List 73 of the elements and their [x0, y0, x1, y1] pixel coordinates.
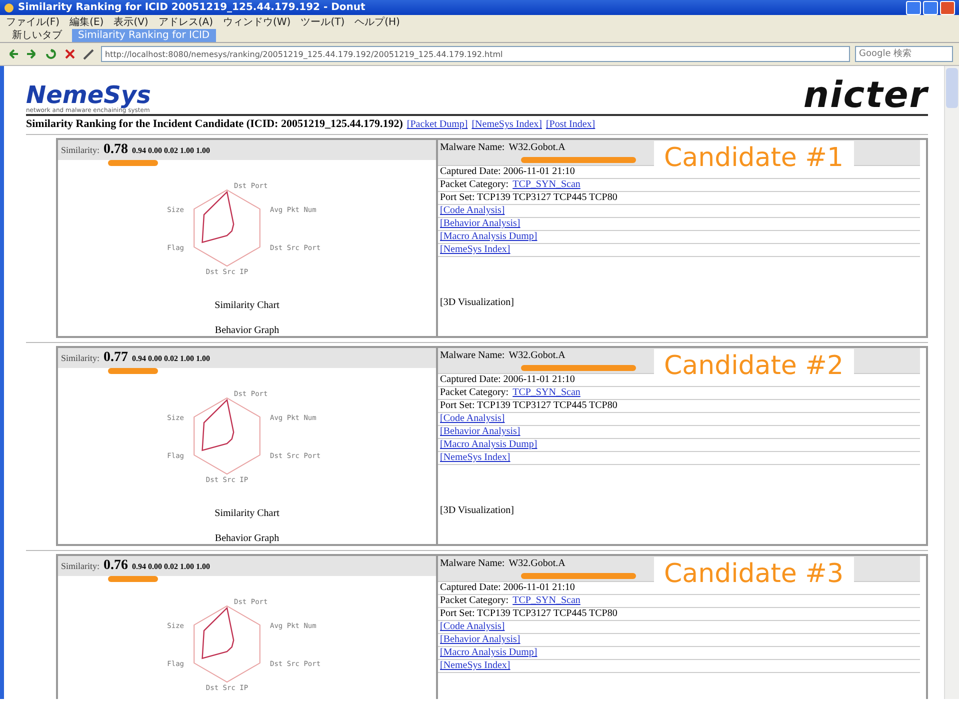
similarity-score: 0.78 — [104, 142, 128, 158]
similarity-label: Similarity: — [61, 353, 100, 363]
menu-item[interactable]: ヘルプ(H) — [354, 14, 400, 28]
similarity-label: Similarity: — [61, 561, 100, 571]
category-link[interactable]: TCP_SYN_Scan — [512, 387, 580, 399]
menu-item[interactable]: ツール(T) — [300, 14, 345, 28]
malware-label: Malware Name: — [440, 141, 505, 155]
analysis-link[interactable]: [NemeSys Index] — [440, 244, 510, 256]
analysis-link[interactable]: [Macro Analysis Dump] — [440, 439, 538, 451]
page-link[interactable]: [Packet Dump] — [406, 119, 468, 130]
malware-label: Malware Name: — [440, 557, 505, 571]
sub-scores: 0.94 0.00 0.02 1.00 1.00 — [132, 562, 210, 570]
window-title: Similarity Ranking for ICID 20051219_125.44.179.192 - Donut — [18, 2, 366, 13]
page-link[interactable]: [NemeSys Index] — [472, 119, 542, 130]
address-field[interactable]: http://localhost:8080/nemesys/ranking/20051219_125.44.179.192/20051219_125.44.179.192.html — [101, 46, 850, 62]
malware-name: W32.Gobot.A — [508, 349, 566, 363]
category-label: Packet Category: — [440, 179, 509, 191]
visualization-label: [3D Visualization] — [439, 297, 515, 308]
menu-item[interactable]: ウィンドウ(W) — [223, 14, 291, 28]
logo: NemeSys — [26, 83, 151, 107]
brand-logo: nicter — [803, 78, 928, 114]
similarity-label: Similarity: — [61, 145, 100, 155]
scrollbar[interactable] — [944, 66, 959, 699]
highlight-underline — [108, 368, 158, 374]
analysis-link[interactable]: [Behavior Analysis] — [440, 634, 520, 646]
visualization-label: [3D Visualization] — [439, 505, 515, 516]
sub-scores: 0.94 0.00 0.02 1.00 1.00 — [132, 354, 210, 362]
captured-date: Captured Date: 2006-11-01 21:10 — [440, 166, 575, 178]
captured-date: Captured Date: 2006-11-01 21:10 — [440, 374, 575, 386]
graph-title: Behavior Graph — [214, 325, 280, 336]
captured-date: Captured Date: 2006-11-01 21:10 — [440, 582, 575, 594]
graph-title: Behavior Graph — [214, 533, 280, 544]
page-link[interactable]: [Post Index] — [546, 119, 596, 130]
malware-name: W32.Gobot.A — [508, 557, 566, 571]
highlight-underline — [108, 160, 158, 166]
analysis-link[interactable]: [Code Analysis] — [440, 621, 505, 633]
highlight-underline — [108, 576, 158, 582]
menu-item[interactable]: ファイル(F) — [6, 14, 60, 28]
analysis-link[interactable]: [Code Analysis] — [440, 413, 505, 425]
analysis-link[interactable]: [Macro Analysis Dump] — [440, 647, 538, 659]
similarity-score: 0.76 — [104, 558, 128, 574]
category-link[interactable]: TCP_SYN_Scan — [512, 595, 580, 607]
analysis-link[interactable]: [Behavior Analysis] — [440, 426, 520, 438]
scrollbar-thumb[interactable] — [946, 68, 958, 108]
category-label: Packet Category: — [440, 595, 509, 607]
close-button[interactable] — [940, 0, 955, 14]
analysis-link[interactable]: [Code Analysis] — [440, 205, 505, 217]
page-heading: Similarity Ranking for the Incident Candidate (ICID: 20051219_125.44.179.192) — [26, 118, 403, 130]
refresh-icon[interactable] — [44, 48, 58, 60]
similarity-score: 0.77 — [104, 350, 128, 366]
minimize-button[interactable] — [906, 0, 921, 14]
analysis-link[interactable]: [NemeSys Index] — [440, 660, 510, 672]
chart-title: Similarity Chart — [214, 508, 280, 519]
malware-label: Malware Name: — [440, 349, 505, 363]
stop-icon[interactable] — [63, 48, 77, 60]
category-label: Packet Category: — [440, 387, 509, 399]
malware-name: W32.Gobot.A — [508, 141, 566, 155]
category-link[interactable]: TCP_SYN_Scan — [512, 179, 580, 191]
port-set: Port Set: TCP139 TCP3127 TCP445 TCP80 — [440, 400, 618, 412]
maximize-button[interactable] — [923, 0, 938, 14]
chart-title: Similarity Chart — [214, 300, 280, 311]
menu-item[interactable]: アドレス(A) — [158, 14, 213, 28]
port-set: Port Set: TCP139 TCP3127 TCP445 TCP80 — [440, 192, 618, 204]
app-icon — [4, 2, 14, 12]
menu-item[interactable]: 編集(E) — [70, 14, 104, 28]
search-field[interactable]: Google 検索 — [855, 46, 953, 62]
port-set: Port Set: TCP139 TCP3127 TCP445 TCP80 — [440, 608, 618, 620]
analysis-link[interactable]: [NemeSys Index] — [440, 452, 510, 464]
pen-icon[interactable] — [82, 48, 96, 60]
menu-item[interactable]: 表示(V) — [114, 14, 148, 28]
analysis-link[interactable]: [Macro Analysis Dump] — [440, 231, 538, 243]
sub-scores: 0.94 0.00 0.02 1.00 1.00 — [132, 146, 210, 154]
analysis-link[interactable]: [Behavior Analysis] — [440, 218, 520, 230]
